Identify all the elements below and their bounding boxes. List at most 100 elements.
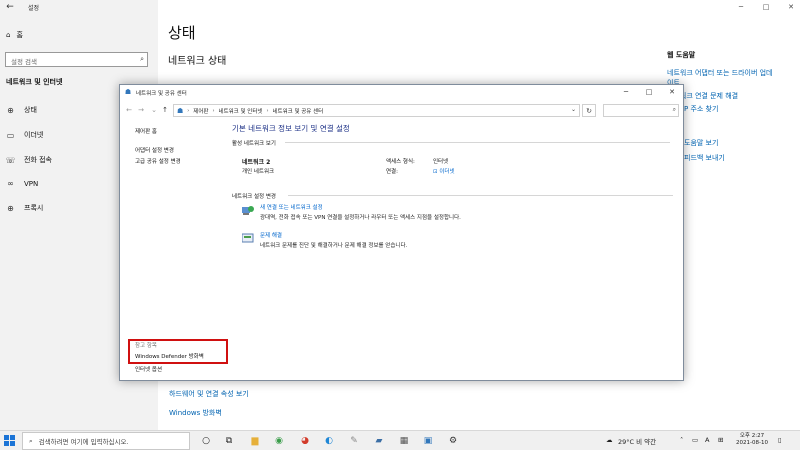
- page-title: 상태: [168, 24, 196, 42]
- troubleshoot-link[interactable]: 문제 해결: [260, 231, 282, 239]
- section-title: 네트워크 및 인터넷: [6, 78, 63, 86]
- help-link-ip[interactable]: P 주소 찾기: [684, 104, 718, 114]
- address-bar-row: ← → ⌄ ↑ ☗ › 제어판 › 네트워크 및 인터넷 › 네트워크 및 공유…: [120, 102, 683, 118]
- close-icon[interactable]: ✕: [785, 1, 797, 13]
- access-type-value: 인터넷: [433, 159, 449, 165]
- help-title: 웹 도움말: [667, 51, 696, 59]
- network-type: 개인 네트워크: [242, 169, 275, 175]
- breadcrumb-item[interactable]: 네트워크 및 인터넷: [218, 107, 262, 115]
- app-icon[interactable]: ▰: [372, 434, 386, 448]
- chevron-right-icon: ›: [187, 107, 190, 114]
- paint-icon[interactable]: ✎: [347, 434, 361, 448]
- nav-item-ethernet[interactable]: ▭ 이더넷: [6, 130, 44, 140]
- taskbar: ⌕ 검색하려면 여기에 입력하십시오. ○ ⧉ ▆ ◉ ◕ ◐ ✎ ▰ ▦ ▣ …: [0, 430, 800, 450]
- get-help-link[interactable]: 도움말 보기: [684, 138, 718, 148]
- refresh-icon[interactable]: ↻: [582, 104, 596, 117]
- settings-titlebar: ← 설정 ─ □ ✕: [0, 0, 800, 14]
- edge-icon[interactable]: ◐: [322, 434, 336, 448]
- chevron-down-icon[interactable]: ⌄: [571, 106, 576, 113]
- nsc-title: 네트워크 및 공유 센터: [136, 91, 187, 97]
- network-name: 네트워크 2: [242, 159, 271, 166]
- forward-arrow-icon[interactable]: →: [136, 104, 146, 116]
- breadcrumb-item[interactable]: 네트워크 및 공유 센터: [272, 107, 323, 115]
- sidebar-item-cp-home[interactable]: 제어판 홈: [135, 127, 157, 135]
- new-connection-icon: [242, 205, 254, 216]
- divider: [285, 142, 670, 143]
- troubleshoot-desc: 네트워크 문제를 진단 및 해결하거나 문제 해결 정보를 얻습니다.: [260, 243, 408, 249]
- minimize-icon[interactable]: ─: [735, 1, 747, 13]
- dialup-icon: ☏: [5, 155, 16, 165]
- sidebar-item-adapter[interactable]: 어댑터 설정 변경: [135, 146, 174, 154]
- recent-dropdown-icon[interactable]: ⌄: [149, 104, 159, 116]
- maximize-icon[interactable]: □: [638, 86, 660, 98]
- taskbar-search-placeholder: 검색하려면 여기에 입력하십시오.: [38, 438, 129, 446]
- chevron-right-icon: ›: [212, 107, 215, 114]
- address-input[interactable]: ☗ › 제어판 › 네트워크 및 인터넷 › 네트워크 및 공유 센터 ⌄: [173, 104, 580, 117]
- chevron-up-icon[interactable]: ˄: [680, 436, 683, 444]
- nav-item-status[interactable]: ⊕ 상태: [6, 105, 37, 115]
- breadcrumb-item[interactable]: 제어판: [193, 107, 208, 115]
- settings-search-input[interactable]: 설정 검색 ⌕: [5, 52, 148, 67]
- back-arrow-icon[interactable]: ←: [124, 104, 134, 116]
- ime-indicator[interactable]: A: [705, 436, 709, 444]
- internet-options-link[interactable]: 인터넷 옵션: [135, 365, 162, 373]
- calculator-icon[interactable]: ▦: [397, 434, 411, 448]
- help-link-adapter[interactable]: 네트워크 어댑터 또는 드라이버 업데: [667, 68, 773, 78]
- back-arrow-icon[interactable]: ←: [4, 1, 16, 13]
- hardware-properties-link[interactable]: 하드웨어 및 연결 속성 보기: [169, 389, 249, 399]
- feedback-link[interactable]: 피드백 보내기: [684, 153, 725, 163]
- network-icon[interactable]: ▭: [692, 436, 698, 444]
- up-arrow-icon[interactable]: ↑: [160, 104, 170, 116]
- nav-label: 전화 접속: [24, 156, 52, 164]
- file-explorer-icon[interactable]: ▆: [248, 434, 262, 448]
- connection-value[interactable]: ⊡ 이더넷: [433, 167, 455, 175]
- weather-text[interactable]: 29°C 비 약간: [618, 436, 656, 446]
- search-icon: ⌕: [140, 55, 144, 63]
- clock-time: 오후 2:27: [739, 433, 765, 439]
- minimize-icon[interactable]: ─: [615, 86, 637, 98]
- connection-link[interactable]: 이더넷: [439, 169, 454, 175]
- nav-item-proxy[interactable]: ⊕ 프록시: [6, 203, 43, 213]
- clock-date: 2021-08-10: [736, 440, 768, 446]
- ethernet-icon: ▭: [6, 130, 15, 140]
- cortana-icon[interactable]: ○: [199, 434, 213, 448]
- vpn-icon: ∞: [7, 179, 14, 188]
- change-settings-label: 네트워크 설정 변경: [232, 194, 276, 200]
- clock[interactable]: 오후 2:27 2021-08-10: [734, 433, 770, 447]
- control-panel-icon[interactable]: ▣: [421, 434, 435, 448]
- nsc-titlebar: ☗ 네트워크 및 공유 센터 ─ □ ✕: [120, 85, 683, 100]
- task-view-icon[interactable]: ⧉: [222, 434, 236, 448]
- notification-icon[interactable]: ▯: [778, 436, 782, 444]
- settings-search-placeholder: 설정 검색: [11, 58, 37, 66]
- access-type-key: 액세스 형식:: [386, 159, 415, 165]
- weather-icon[interactable]: ☁: [606, 436, 613, 444]
- windows-firewall-link[interactable]: Windows 방화벽: [169, 408, 222, 418]
- connection-key: 연결:: [386, 169, 398, 175]
- close-icon[interactable]: ✕: [661, 86, 683, 98]
- nav-label: 이더넷: [24, 131, 44, 139]
- new-connection-desc: 광대역, 전화 접속 또는 VPN 연결을 설정하거나 라우터 또는 액세스 지…: [260, 215, 461, 221]
- sidebar-item-sharing[interactable]: 고급 공유 설정 변경: [135, 157, 181, 165]
- chrome-icon[interactable]: ◕: [298, 434, 312, 448]
- nav-item-dialup[interactable]: ☏ 전화 접속: [5, 155, 53, 165]
- taskbar-search-input[interactable]: ⌕ 검색하려면 여기에 입력하십시오.: [22, 432, 190, 450]
- edge-legacy-icon[interactable]: ◉: [272, 434, 286, 448]
- highlight-box: [128, 339, 228, 364]
- nsc-search-input[interactable]: ⌕: [603, 104, 679, 117]
- home-link[interactable]: ⌂ 홈: [6, 30, 23, 40]
- settings-gear-icon[interactable]: ⚙: [446, 434, 460, 448]
- troubleshoot-icon: [241, 233, 254, 244]
- search-icon: ⌕: [29, 436, 33, 445]
- windows-start-icon[interactable]: [3, 434, 17, 448]
- keyboard-icon[interactable]: ⊞: [718, 436, 723, 444]
- settings-title: 설정: [28, 5, 40, 12]
- network-sharing-center-window: ☗ 네트워크 및 공유 센터 ─ □ ✕ ← → ⌄ ↑ ☗ › 제어판 › 네…: [119, 84, 684, 381]
- nav-item-vpn[interactable]: ∞ VPN: [6, 179, 38, 188]
- page-subtitle: 네트워크 상태: [168, 56, 227, 67]
- active-networks-label: 활성 네트워크 보기: [232, 141, 276, 147]
- divider: [288, 195, 673, 196]
- new-connection-link[interactable]: 새 연결 또는 네트워크 설정: [260, 203, 323, 211]
- maximize-icon[interactable]: □: [760, 1, 772, 13]
- home-icon: ⌂: [6, 31, 11, 39]
- search-icon: ⌕: [672, 106, 676, 113]
